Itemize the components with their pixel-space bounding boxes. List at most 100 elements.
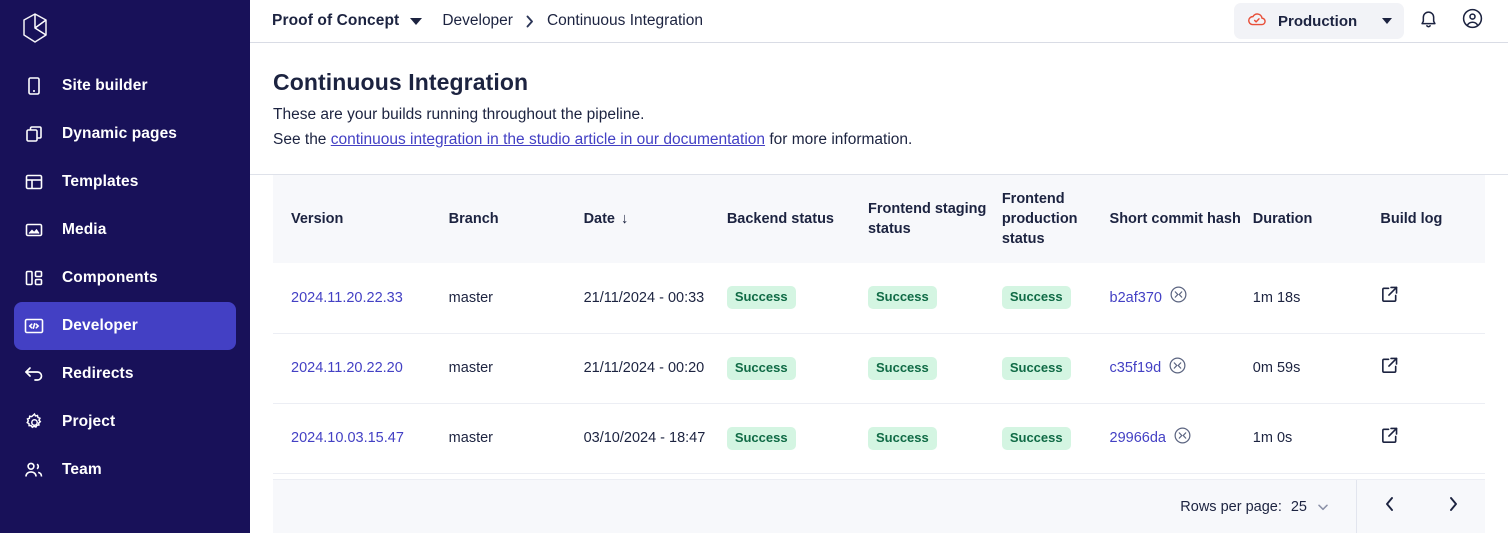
- status-badge: Success: [727, 427, 796, 450]
- table-row: 2024.11.20.22.33 master 21/11/2024 - 00:…: [273, 263, 1485, 333]
- rows-per-page-value: 25: [1291, 499, 1307, 515]
- cell-short-commit-hash: c35f19d: [1110, 333, 1253, 403]
- sidebar-item-site-builder[interactable]: Site builder: [14, 62, 236, 110]
- column-header-branch[interactable]: Branch: [449, 175, 584, 263]
- column-header-short-commit-hash[interactable]: Short commit hash: [1110, 175, 1253, 263]
- column-label: Version: [291, 211, 343, 227]
- sidebar-item-media[interactable]: Media: [14, 206, 236, 254]
- next-page-button[interactable]: [1421, 480, 1485, 533]
- cell-date: 03/10/2024 - 18:47: [584, 403, 727, 473]
- status-badge: Success: [868, 427, 937, 450]
- column-header-frontend-production-status[interactable]: Frontend production status: [1002, 175, 1110, 263]
- external-link-icon[interactable]: [1380, 356, 1399, 375]
- git-commit-circle-icon[interactable]: [1169, 357, 1186, 380]
- column-header-frontend-staging-status[interactable]: Frontend staging status: [868, 175, 1002, 263]
- column-header-version[interactable]: Version: [273, 175, 449, 263]
- cell-duration: 1m 0s: [1253, 403, 1381, 473]
- version-link[interactable]: 2024.11.20.22.20: [291, 360, 403, 376]
- help-prefix: See the: [273, 131, 331, 148]
- chevron-down-icon[interactable]: [1316, 500, 1330, 514]
- top-bar-actions: Production: [1234, 1, 1492, 41]
- status-badge: Success: [1002, 286, 1071, 309]
- bell-icon: [1418, 8, 1439, 35]
- mobile-device-icon: [22, 74, 46, 98]
- logo[interactable]: [0, 0, 250, 60]
- builds-table-container: Version Branch Date↓ Backend status Fron…: [250, 175, 1508, 479]
- column-label: Backend status: [727, 211, 834, 227]
- cell-build-log: [1380, 403, 1485, 473]
- table-header: Version Branch Date↓ Backend status Fron…: [273, 175, 1485, 263]
- page-header: Continuous Integration These are your bu…: [250, 43, 1508, 175]
- git-commit-circle-icon[interactable]: [1170, 286, 1187, 309]
- cell-date: 21/11/2024 - 00:20: [584, 333, 727, 403]
- caret-down-icon: [1382, 18, 1392, 24]
- sidebar: Site builder Dynamic pages Templates: [0, 0, 250, 533]
- version-link[interactable]: 2024.11.20.22.33: [291, 290, 403, 306]
- environment-selector[interactable]: Production: [1234, 3, 1404, 39]
- help-suffix: for more information.: [765, 131, 912, 148]
- layout-template-icon: [22, 170, 46, 194]
- sidebar-item-label: Media: [62, 221, 106, 239]
- sidebar-item-project[interactable]: Project: [14, 398, 236, 446]
- cell-backend-status: Success: [727, 333, 868, 403]
- column-header-build-log[interactable]: Build log: [1380, 175, 1485, 263]
- commit-hash-group: c35f19d: [1110, 357, 1245, 380]
- cell-date: 21/11/2024 - 00:33: [584, 263, 727, 333]
- table-row: 2024.10.03.15.47 master 03/10/2024 - 18:…: [273, 403, 1485, 473]
- table-row: 2024.11.20.22.20 master 21/11/2024 - 00:…: [273, 333, 1485, 403]
- column-header-date[interactable]: Date↓: [584, 175, 727, 263]
- external-link-icon[interactable]: [1380, 285, 1399, 304]
- commit-hash-link[interactable]: 29966da: [1110, 428, 1166, 448]
- chevron-left-icon: [1384, 496, 1395, 517]
- breadcrumb-parent[interactable]: Developer: [442, 12, 513, 30]
- copy-pages-icon: [22, 122, 46, 146]
- git-commit-circle-icon[interactable]: [1174, 427, 1191, 450]
- previous-page-button[interactable]: [1357, 480, 1421, 533]
- account-button[interactable]: [1452, 1, 1492, 41]
- builds-table: Version Branch Date↓ Backend status Fron…: [273, 175, 1485, 474]
- rows-per-page[interactable]: Rows per page: 25: [1180, 499, 1356, 515]
- status-badge: Success: [727, 357, 796, 380]
- column-label: Build log: [1380, 211, 1442, 227]
- sidebar-item-label: Developer: [62, 317, 138, 335]
- components-blocks-icon: [22, 266, 46, 290]
- notifications-button[interactable]: [1408, 1, 1448, 41]
- sidebar-item-label: Redirects: [62, 365, 134, 383]
- status-badge: Success: [868, 357, 937, 380]
- cell-branch: master: [449, 263, 584, 333]
- commit-hash-link[interactable]: c35f19d: [1110, 358, 1162, 378]
- cell-frontend-staging-status: Success: [868, 333, 1002, 403]
- cell-duration: 0m 59s: [1253, 333, 1381, 403]
- users-icon: [22, 458, 46, 482]
- sidebar-item-label: Project: [62, 413, 115, 431]
- sidebar-item-redirects[interactable]: Redirects: [14, 350, 236, 398]
- sidebar-item-label: Dynamic pages: [62, 125, 177, 143]
- sidebar-item-team[interactable]: Team: [14, 446, 236, 494]
- column-header-backend-status[interactable]: Backend status: [727, 175, 868, 263]
- cell-frontend-staging-status: Success: [868, 403, 1002, 473]
- sidebar-item-label: Team: [62, 461, 102, 479]
- caret-down-icon[interactable]: [410, 18, 422, 25]
- external-link-icon[interactable]: [1380, 426, 1399, 445]
- sidebar-item-templates[interactable]: Templates: [14, 158, 236, 206]
- table-body: 2024.11.20.22.33 master 21/11/2024 - 00:…: [273, 263, 1485, 473]
- main-content: Proof of Concept Developer Continuous In…: [250, 0, 1508, 533]
- cell-backend-status: Success: [727, 263, 868, 333]
- cell-version: 2024.10.03.15.47: [273, 403, 449, 473]
- cell-build-log: [1380, 263, 1485, 333]
- column-header-duration[interactable]: Duration: [1253, 175, 1381, 263]
- gear-icon: [22, 410, 46, 434]
- app-root: Site builder Dynamic pages Templates: [0, 0, 1508, 533]
- documentation-link[interactable]: continuous integration in the studio art…: [331, 131, 765, 148]
- cell-branch: master: [449, 403, 584, 473]
- sidebar-item-dynamic-pages[interactable]: Dynamic pages: [14, 110, 236, 158]
- page-help-line: See the continuous integration in the st…: [273, 127, 1484, 152]
- cell-short-commit-hash: b2af370: [1110, 263, 1253, 333]
- sidebar-item-developer[interactable]: Developer: [14, 302, 236, 350]
- commit-hash-link[interactable]: b2af370: [1110, 288, 1162, 308]
- breadcrumb-current: Continuous Integration: [547, 12, 703, 30]
- project-selector-label[interactable]: Proof of Concept: [272, 12, 399, 30]
- sidebar-item-components[interactable]: Components: [14, 254, 236, 302]
- breadcrumb: Developer Continuous Integration: [442, 12, 703, 30]
- version-link[interactable]: 2024.10.03.15.47: [291, 430, 404, 446]
